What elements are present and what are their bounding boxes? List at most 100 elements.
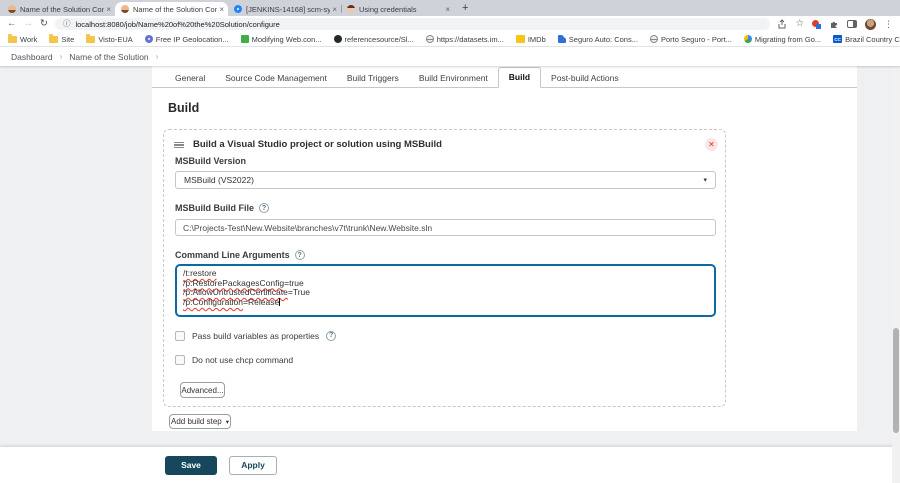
bookmark-item[interactable]: Seguro Auto: Cons... bbox=[558, 35, 638, 44]
bookmark-label: Seguro Auto: Cons... bbox=[569, 35, 638, 44]
extensions-puzzle-icon[interactable] bbox=[829, 19, 839, 29]
bookmark-item[interactable]: Site bbox=[49, 35, 74, 44]
browser-tab-strip: Name of the Solution Config [Je×Name of … bbox=[0, 0, 900, 16]
msbuild-version-value: MSBuild (VS2022) bbox=[184, 175, 254, 185]
save-button[interactable]: Save bbox=[165, 456, 217, 475]
checkbox[interactable] bbox=[175, 331, 185, 341]
reload-icon[interactable]: ↻ bbox=[40, 19, 48, 29]
browser-tab[interactable]: Name of the Solution Config [Je× bbox=[115, 2, 228, 16]
bottom-app-bar: Save Apply bbox=[0, 447, 900, 483]
tab-strip-tabs: Name of the Solution Config [Je×Name of … bbox=[2, 2, 454, 16]
back-icon[interactable]: ← bbox=[7, 19, 17, 29]
build-file-label: MSBuild Build File ? bbox=[175, 203, 269, 213]
config-tab-build-environment[interactable]: Build Environment bbox=[409, 69, 498, 88]
browser-tab[interactable]: Using credentials× bbox=[341, 2, 454, 16]
geo-icon bbox=[145, 35, 153, 43]
forward-icon[interactable]: → bbox=[24, 19, 34, 29]
help-icon[interactable]: ? bbox=[259, 203, 269, 213]
tab-close-icon[interactable]: × bbox=[445, 5, 450, 14]
bookmark-label: https://datasets.im... bbox=[437, 35, 504, 44]
share-icon[interactable] bbox=[777, 19, 787, 29]
checkbox-group: Pass build variables as properties? Do no… bbox=[175, 330, 336, 378]
tab-title: Using credentials bbox=[359, 5, 443, 14]
build-step-card: Build a Visual Studio project or solutio… bbox=[163, 129, 726, 407]
blue-doc-icon bbox=[558, 35, 566, 43]
url-text[interactable]: localhost:8080/job/Name%20of%20the%20Sol… bbox=[75, 20, 279, 29]
help-icon[interactable]: ? bbox=[326, 331, 336, 341]
delete-step-icon[interactable]: ✕ bbox=[705, 138, 718, 151]
bookmark-item[interactable]: Modifying Web.con... bbox=[241, 35, 322, 44]
config-tab-build[interactable]: Build bbox=[498, 67, 541, 88]
browser-menu-icon[interactable]: ⋮ bbox=[884, 19, 893, 30]
jenkins-job-favicon bbox=[121, 5, 129, 13]
breadcrumb-item[interactable]: Dashboard bbox=[11, 52, 53, 62]
browser-toolbar: ← → ↻ ⓘ localhost:8080/job/Name%20of%20t… bbox=[0, 16, 900, 32]
argument-value: =Release bbox=[243, 297, 279, 307]
breadcrumb-item[interactable]: Name of the Solution bbox=[69, 52, 148, 62]
bookmark-label: Work bbox=[20, 35, 37, 44]
bookmark-item[interactable]: CCBrazil Country Code... bbox=[833, 35, 900, 44]
bookmark-item[interactable]: IMDb bbox=[516, 35, 546, 44]
argument-value: =true bbox=[284, 278, 304, 288]
build-file-value: C:\Projects-Test\New.Website\branches\v7… bbox=[183, 223, 432, 233]
add-build-step-button[interactable]: Add build step ▾ bbox=[169, 414, 231, 429]
bookmark-label: Modifying Web.con... bbox=[252, 35, 322, 44]
msbuild-version-select[interactable]: MSBuild (VS2022) ▾ bbox=[175, 171, 716, 189]
bookmark-star-icon[interactable]: ☆ bbox=[795, 19, 804, 29]
jira-favicon bbox=[234, 5, 242, 13]
browser-tab[interactable]: Name of the Solution Config [Je× bbox=[2, 2, 115, 16]
bookmark-label: Site bbox=[61, 35, 74, 44]
bookmark-item[interactable]: Porto Seguro - Port... bbox=[650, 35, 732, 44]
checkbox-label: Pass build variables as properties bbox=[192, 331, 319, 341]
profile-avatar[interactable] bbox=[865, 19, 876, 30]
bookmark-item[interactable]: Free IP Geolocation... bbox=[145, 35, 229, 44]
command-line-textarea[interactable]: /t:restore/p:RestorePackagesConfig=true/… bbox=[175, 264, 716, 317]
page-scrollbar[interactable] bbox=[892, 47, 900, 483]
apply-button[interactable]: Apply bbox=[229, 456, 277, 475]
tab-close-icon[interactable]: × bbox=[332, 5, 337, 14]
site-info-icon[interactable]: ⓘ bbox=[63, 20, 71, 28]
config-tab-general[interactable]: General bbox=[165, 69, 215, 88]
bookmark-label: Free IP Geolocation... bbox=[156, 35, 229, 44]
bookmark-item[interactable]: referencesource/Sl... bbox=[334, 35, 414, 44]
checkbox-row: Do not use chcp command bbox=[175, 354, 336, 365]
folder-icon bbox=[8, 36, 17, 43]
bookmark-label: IMDb bbox=[528, 35, 546, 44]
checkbox[interactable] bbox=[175, 355, 185, 365]
new-tab-button[interactable]: + bbox=[462, 3, 468, 14]
tab-close-icon[interactable]: × bbox=[219, 5, 224, 14]
advanced-button[interactable]: Advanced... bbox=[180, 382, 225, 398]
bookmark-item[interactable]: https://datasets.im... bbox=[426, 35, 504, 44]
add-build-step-label: Add build step bbox=[171, 417, 222, 426]
bookmark-label: Porto Seguro - Port... bbox=[661, 35, 732, 44]
help-icon[interactable]: ? bbox=[295, 250, 305, 260]
config-tab-source-code-management[interactable]: Source Code Management bbox=[215, 69, 337, 88]
browser-tab[interactable]: [JENKINS-14168] scm-sync-com× bbox=[228, 2, 341, 16]
bookmark-label: Visto-EUA bbox=[98, 35, 132, 44]
chevron-down-icon: ▾ bbox=[703, 176, 707, 184]
command-line-label: Command Line Arguments ? bbox=[175, 250, 305, 260]
bookmark-item[interactable]: Visto-EUA bbox=[86, 35, 132, 44]
adblock-extension-icon[interactable] bbox=[812, 20, 821, 29]
drag-handle-icon[interactable] bbox=[174, 142, 184, 148]
text-cursor bbox=[279, 298, 280, 306]
folder-icon bbox=[86, 36, 95, 43]
build-step-title: Build a Visual Studio project or solutio… bbox=[193, 139, 442, 150]
address-bar[interactable]: ⓘ localhost:8080/job/Name%20of%20the%20S… bbox=[55, 18, 771, 30]
bookmark-item[interactable]: Migrating from Go... bbox=[744, 35, 821, 44]
bookmark-label: referencesource/Sl... bbox=[345, 35, 414, 44]
cc-icon: CC bbox=[833, 35, 842, 43]
side-panel-icon[interactable] bbox=[847, 20, 857, 28]
config-tab-post-build-actions[interactable]: Post-build Actions bbox=[541, 69, 629, 88]
chevron-right-icon: › bbox=[60, 52, 63, 61]
argument-value: =True bbox=[288, 287, 310, 297]
build-file-input[interactable]: C:\Projects-Test\New.Website\branches\v7… bbox=[175, 219, 716, 236]
scrollbar-thumb[interactable] bbox=[893, 328, 899, 433]
misspelled-token: /p:RestorePackagesConfig bbox=[183, 278, 284, 288]
config-tab-build-triggers[interactable]: Build Triggers bbox=[337, 69, 409, 88]
command-line-label-text: Command Line Arguments bbox=[175, 250, 290, 260]
checkbox-row: Pass build variables as properties? bbox=[175, 330, 336, 341]
command-line-row: /p:Configuration=Release bbox=[183, 298, 708, 308]
tab-close-icon[interactable]: × bbox=[106, 5, 111, 14]
bookmark-item[interactable]: Work bbox=[8, 35, 37, 44]
